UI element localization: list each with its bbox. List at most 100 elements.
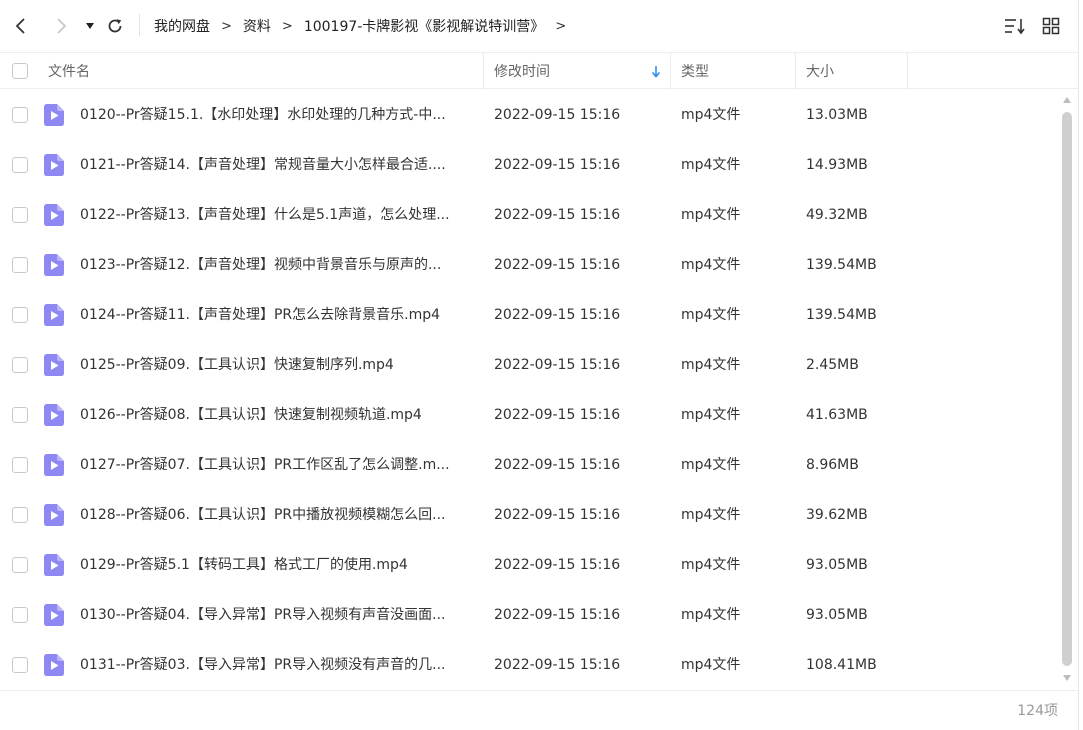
file-modified-time: 2022-09-15 15:16 [494,107,621,123]
file-modified-time: 2022-09-15 15:16 [494,157,621,173]
file-modified-time: 2022-09-15 15:16 [494,457,621,473]
row-checkbox[interactable] [12,357,28,373]
file-type: mp4文件 [681,107,741,123]
file-row[interactable]: 0124--Pr答疑11.【声音处理】PR怎么去除背景音乐.mp4 2022-09… [0,290,1060,340]
refresh-icon [108,19,122,33]
row-checkbox[interactable] [12,607,28,623]
row-checkbox[interactable] [12,657,28,673]
file-size: 14.93MB [806,157,868,173]
file-name[interactable]: 0128--Pr答疑06.【工具认识】PR中播放视频模糊怎么回... [80,490,475,540]
file-row[interactable]: 0121--Pr答疑14.【声音处理】常规音量大小怎样最合适.... 2022-0… [0,140,1060,190]
toolbar: 我的网盘 > 资料 > 100197-卡牌影视《影视解说特训营》 > [0,0,1083,52]
file-type: mp4文件 [681,157,741,173]
column-header-type[interactable]: 类型 [681,53,709,89]
footer-divider [0,690,1078,691]
row-checkbox[interactable] [12,107,28,123]
file-name[interactable]: 0120--Pr答疑15.1.【水印处理】水印处理的几种方式-中... [80,90,475,140]
row-checkbox[interactable] [12,257,28,273]
file-row[interactable]: 0120--Pr答疑15.1.【水印处理】水印处理的几种方式-中... 2022-… [0,90,1060,140]
file-size: 93.05MB [806,607,868,623]
file-list-header: 文件名 修改时间 类型 大小 [0,52,1078,89]
video-file-icon [44,154,64,176]
video-file-icon [44,554,64,576]
view-toggle-button[interactable] [1040,15,1062,37]
video-file-icon [44,654,64,676]
scroll-up-arrow-icon[interactable] [1062,96,1072,104]
file-modified-time: 2022-09-15 15:16 [494,657,621,673]
file-name[interactable]: 0126--Pr答疑08.【工具认识】快速复制视频轨道.mp4 [80,390,475,440]
file-row[interactable]: 0131--Pr答疑03.【导入异常】PR导入视频没有声音的几... 2022-0… [0,640,1060,690]
video-file-icon [44,354,64,376]
file-modified-time: 2022-09-15 15:16 [494,407,621,423]
file-row[interactable]: 0128--Pr答疑06.【工具认识】PR中播放视频模糊怎么回... 2022-0… [0,490,1060,540]
column-divider[interactable] [483,53,484,89]
panel-edge [1078,0,1079,730]
column-divider[interactable] [795,53,796,89]
file-name[interactable]: 0130--Pr答疑04.【导入异常】PR导入视频有声音没画面... [80,590,475,640]
scrollbar-thumb[interactable] [1062,112,1072,666]
grid-view-icon [1042,17,1060,35]
file-name[interactable]: 0124--Pr答疑11.【声音处理】PR怎么去除背景音乐.mp4 [80,290,475,340]
file-size: 41.63MB [806,407,868,423]
row-checkbox[interactable] [12,407,28,423]
file-type: mp4文件 [681,307,741,323]
file-modified-time: 2022-09-15 15:16 [494,507,621,523]
file-modified-time: 2022-09-15 15:16 [494,257,621,273]
row-checkbox[interactable] [12,157,28,173]
file-row[interactable]: 0122--Pr答疑13.【声音处理】什么是5.1声道，怎么处理... 2022-… [0,190,1060,240]
file-name[interactable]: 0131--Pr答疑03.【导入异常】PR导入视频没有声音的几... [80,640,475,690]
column-divider[interactable] [670,53,671,89]
video-file-icon [44,454,64,476]
file-row[interactable]: 0129--Pr答疑5.1【转码工具】格式工厂的使用.mp4 2022-09-15… [0,540,1060,590]
video-file-icon [44,204,64,226]
breadcrumb-separator: > [221,18,232,34]
row-checkbox[interactable] [12,457,28,473]
chevron-left-icon [15,18,25,34]
row-checkbox[interactable] [12,507,28,523]
file-name[interactable]: 0121--Pr答疑14.【声音处理】常规音量大小怎样最合适.... [80,140,475,190]
video-file-icon [44,304,64,326]
file-name[interactable]: 0129--Pr答疑5.1【转码工具】格式工厂的使用.mp4 [80,540,475,590]
file-row[interactable]: 0126--Pr答疑08.【工具认识】快速复制视频轨道.mp4 2022-09-1… [0,390,1060,440]
breadcrumb-item-folder[interactable]: 资料 [243,16,271,36]
scroll-down-arrow-icon[interactable] [1062,674,1072,682]
file-name[interactable]: 0122--Pr答疑13.【声音处理】什么是5.1声道，怎么处理... [80,190,475,240]
column-header-modified-label: 修改时间 [494,64,550,80]
file-modified-time: 2022-09-15 15:16 [494,307,621,323]
breadcrumb-separator: > [281,18,293,34]
row-checkbox[interactable] [12,207,28,223]
select-all-checkbox[interactable] [12,63,28,79]
file-modified-time: 2022-09-15 15:16 [494,607,621,623]
file-row[interactable]: 0127--Pr答疑07.【工具认识】PR工作区乱了怎么调整.m... 2022-… [0,440,1060,490]
file-row[interactable]: 0130--Pr答疑04.【导入异常】PR导入视频有声音没画面... 2022-0… [0,590,1060,640]
column-header-name[interactable]: 文件名 [48,53,90,89]
file-name[interactable]: 0125--Pr答疑09.【工具认识】快速复制序列.mp4 [80,340,475,390]
file-type: mp4文件 [681,207,741,223]
file-size: 139.54MB [806,257,877,273]
history-dropdown-button[interactable] [79,13,101,39]
back-button[interactable] [10,13,32,39]
chevron-right-icon [57,18,67,34]
row-checkbox[interactable] [12,557,28,573]
file-row[interactable]: 0123--Pr答疑12.【声音处理】视频中背景音乐与原声的... 2022-09… [0,240,1060,290]
forward-button[interactable] [50,13,72,39]
file-type: mp4文件 [681,657,741,673]
column-divider[interactable] [907,53,908,89]
file-size: 39.62MB [806,507,868,523]
column-header-modified[interactable]: 修改时间 [494,53,670,89]
row-checkbox[interactable] [12,307,28,323]
breadcrumb-item-current[interactable]: 100197-卡牌影视《影视解说特训营》 [304,16,545,36]
breadcrumb-item-root[interactable]: 我的网盘 [154,16,210,36]
sort-desc-arrow-icon [651,66,661,78]
refresh-button[interactable] [104,13,126,39]
file-row[interactable]: 0125--Pr答疑09.【工具认识】快速复制序列.mp4 2022-09-15 … [0,340,1060,390]
video-file-icon [44,404,64,426]
sort-button[interactable] [1004,15,1026,37]
file-type: mp4文件 [681,557,741,573]
file-type: mp4文件 [681,457,741,473]
toolbar-divider [139,14,140,36]
file-type: mp4文件 [681,407,741,423]
column-header-size[interactable]: 大小 [806,53,834,89]
file-name[interactable]: 0123--Pr答疑12.【声音处理】视频中背景音乐与原声的... [80,240,475,290]
file-name[interactable]: 0127--Pr答疑07.【工具认识】PR工作区乱了怎么调整.m... [80,440,475,490]
